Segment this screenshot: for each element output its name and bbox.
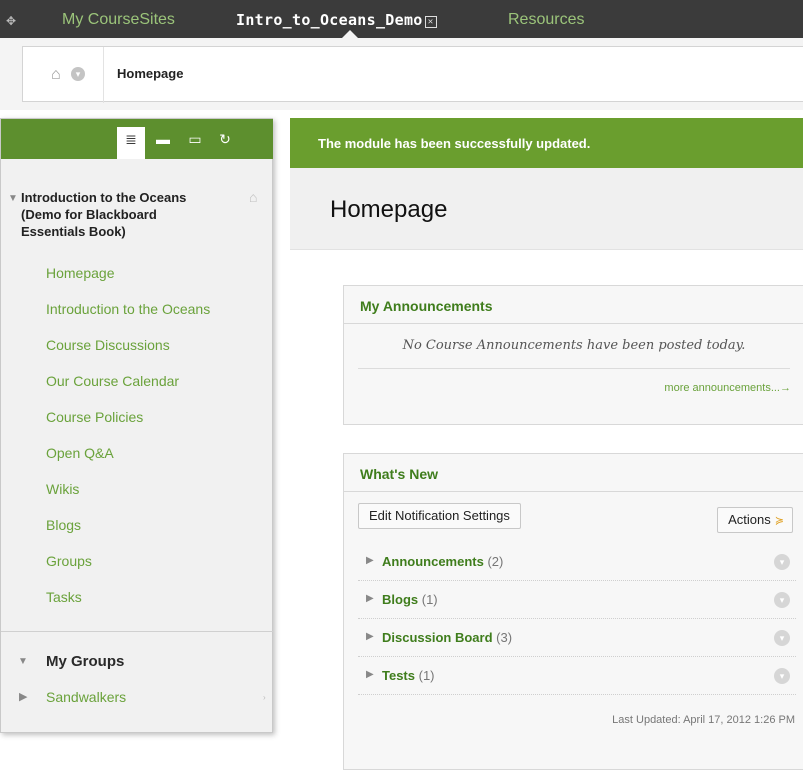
menu-item-homepage[interactable]: Homepage — [46, 265, 115, 281]
page-title: Homepage — [330, 196, 448, 223]
more-announcements-link[interactable]: more announcements...→ — [664, 382, 791, 394]
course-title: Introduction to the Oceans (Demo for Bla… — [21, 190, 187, 239]
group-item-sandwalkers[interactable]: Sandwalkers — [46, 689, 126, 705]
refresh-icon[interactable]: ↻ — [211, 119, 239, 159]
list-item-label[interactable]: Announcements (2) — [382, 554, 503, 569]
double-chevron-down-icon: ≽ — [774, 515, 784, 527]
expand-icon[interactable]: ▶ — [366, 555, 374, 566]
item-name: Tests — [382, 668, 415, 683]
menu-item-blogs[interactable]: Blogs — [46, 517, 81, 533]
tab-resources[interactable]: Resources — [508, 11, 584, 29]
tab-my-coursesites[interactable]: My CourseSites — [62, 11, 175, 29]
list-item-label[interactable]: Discussion Board (3) — [382, 630, 512, 645]
chevron-right-icon: › — [263, 693, 266, 702]
chevron-down-icon[interactable]: ▾ — [774, 554, 790, 570]
menu-item-course-discussions[interactable]: Course Discussions — [46, 337, 170, 353]
expand-group-icon[interactable]: ▶ — [19, 690, 27, 703]
breadcrumb-home[interactable]: ⌂ ▾ — [51, 66, 85, 84]
list-item-label[interactable]: Blogs (1) — [382, 592, 438, 607]
main-content: The module has been successfully updated… — [290, 118, 803, 770]
breadcrumb-divider — [103, 47, 104, 103]
item-name: Discussion Board — [382, 630, 493, 645]
item-name: Blogs — [382, 592, 419, 607]
module-title: What's New — [360, 466, 439, 482]
whats-new-module: What's New Edit Notification Settings Ac… — [343, 453, 803, 770]
folder-view-icon[interactable]: ▬ — [149, 119, 177, 159]
divider — [358, 368, 790, 369]
chevron-down-icon[interactable]: ▾ — [774, 668, 790, 684]
last-updated-text: Last Updated: April 17, 2012 1:26 PM — [612, 714, 795, 726]
breadcrumb: ⌂ ▾ Homepage — [22, 46, 803, 103]
item-count: (3) — [496, 630, 513, 645]
list-item-label[interactable]: Tests (1) — [382, 668, 435, 683]
menu-item-tasks[interactable]: Tasks — [46, 589, 82, 605]
list-view-icon[interactable]: ≣ — [117, 127, 145, 159]
success-message: The module has been successfully updated… — [318, 136, 591, 151]
breadcrumb-bar: ⌂ ▾ Homepage — [0, 38, 803, 110]
collapse-groups-icon[interactable]: ▼ — [18, 656, 28, 667]
menu-item-course-policies[interactable]: Course Policies — [46, 409, 143, 425]
course-menu-toolbar: ≣ ▬ ▭ ↻ — [1, 119, 273, 159]
announcements-module: My Announcements No Course Announcements… — [343, 285, 803, 425]
chevron-down-icon[interactable]: ▾ — [774, 592, 790, 608]
list-item[interactable]: ▶ Announcements (2) ▾ — [358, 543, 796, 581]
edit-notification-settings-button[interactable]: Edit Notification Settings — [358, 503, 521, 529]
tab-label: Intro_to_Oceans_Demo — [236, 11, 423, 29]
actions-button[interactable]: Actions ≽ — [717, 507, 793, 533]
announcements-empty-text: No Course Announcements have been posted… — [402, 338, 746, 353]
list-item[interactable]: ▶ Blogs (1) ▾ — [358, 581, 796, 619]
menu-item-groups[interactable]: Groups — [46, 553, 92, 569]
course-menu: ≣ ▬ ▭ ↻ ▼ Introduction to the Oceans (De… — [0, 118, 273, 733]
actions-label: Actions — [728, 512, 771, 527]
chevron-down-icon[interactable]: ▾ — [71, 67, 85, 81]
menu-item-course-calendar[interactable]: Our Course Calendar — [46, 373, 179, 389]
breadcrumb-current: Homepage — [117, 66, 184, 81]
module-header: What's New — [344, 454, 803, 492]
chevron-down-icon[interactable]: ▾ — [774, 630, 790, 646]
list-item[interactable]: ▶ Discussion Board (3) ▾ — [358, 619, 796, 657]
module-title: My Announcements — [360, 298, 493, 314]
menu-item-introduction[interactable]: Introduction to the Oceans — [46, 301, 210, 317]
collapse-course-icon[interactable]: ▼ — [8, 193, 18, 204]
expand-icon[interactable]: ▶ — [366, 669, 374, 680]
item-count: (1) — [421, 592, 438, 607]
success-message-bar: The module has been successfully updated… — [290, 118, 803, 168]
menu-item-wikis[interactable]: Wikis — [46, 481, 79, 497]
expand-icon[interactable]: ▶ — [366, 631, 374, 642]
course-home-icon[interactable]: ⌂ — [249, 189, 257, 205]
drag-handle-icon[interactable]: ✥ — [6, 14, 24, 32]
window-icon[interactable]: ▭ — [181, 119, 209, 159]
top-navigation-bar: ✥ My CourseSites Intro_to_Oceans_Demo ✕ R… — [0, 0, 803, 39]
list-item[interactable]: ▶ Tests (1) ▾ — [358, 657, 796, 695]
home-icon[interactable]: ⌂ — [51, 66, 67, 83]
item-count: (2) — [487, 554, 504, 569]
module-header: My Announcements — [344, 286, 803, 324]
expand-icon[interactable]: ▶ — [366, 593, 374, 604]
item-count: (1) — [418, 668, 435, 683]
menu-divider — [1, 631, 273, 632]
tab-intro-to-oceans-demo[interactable]: Intro_to_Oceans_Demo ✕ — [236, 11, 437, 29]
close-tab-icon[interactable]: ✕ — [424, 16, 437, 28]
item-name: Announcements — [382, 554, 484, 569]
page-header: Homepage — [290, 168, 803, 250]
my-groups-heading: My Groups — [46, 653, 125, 670]
menu-item-open-qa[interactable]: Open Q&A — [46, 445, 114, 461]
